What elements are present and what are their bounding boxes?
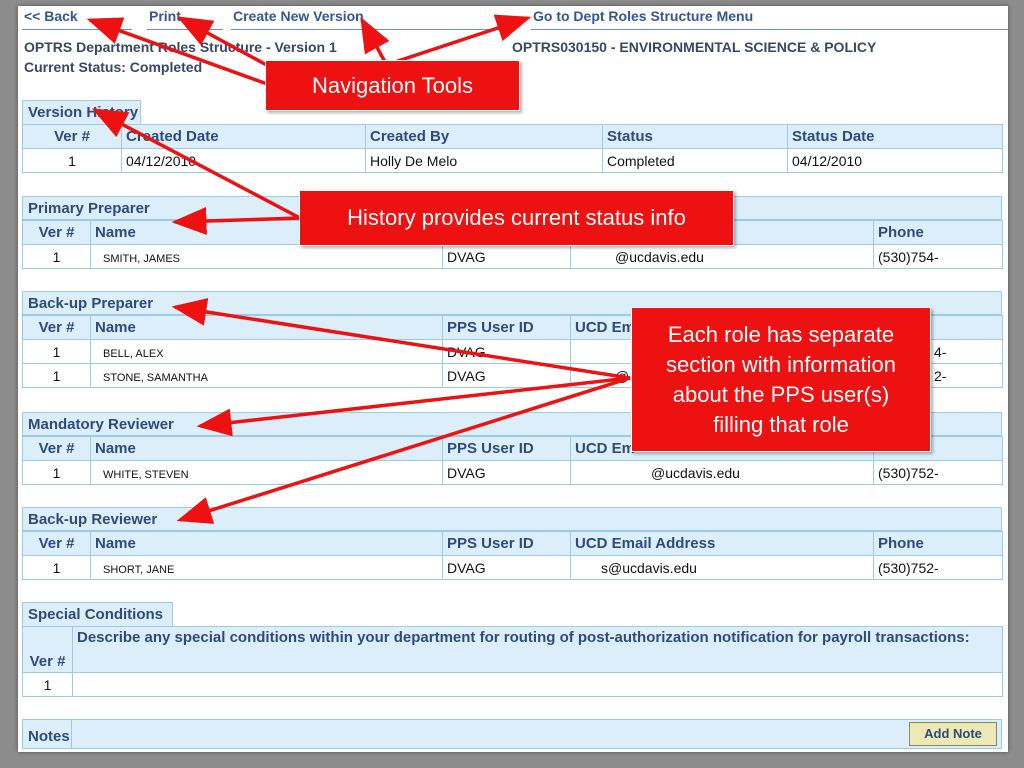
table-row: 1 SHORT, JANE DVAG s@ucdavis.edu (530)75… [22,555,1003,580]
table-cell: Completed [602,148,788,173]
notes-label: Notes [28,728,70,745]
table-cell: 04/12/2010 [121,148,366,173]
back-link[interactable]: << Back [24,8,78,24]
column-header: Status [602,124,788,149]
column-header: UCD Email Address [570,531,874,556]
person-name: SHORT, JANE [95,563,175,576]
table-cell [72,672,1003,697]
column-header: PPS User ID [442,531,571,556]
add-note-button[interactable]: Add Note [909,722,997,746]
table-cell: STONE, SAMANTHA [90,363,443,388]
table-header-row: Ver # Created Date Created By Status Sta… [22,124,1003,149]
table-cell: DVAG [442,555,571,580]
navigation-bar: << Back Print Create New Version Go to D… [18,6,1008,32]
create-new-version-link[interactable]: Create New Version [233,8,364,24]
table-cell: (530)752- [873,555,1003,580]
table-cell: Holly De Melo [365,148,603,173]
nav-underline [231,29,501,30]
callout-role-sections: Each role has separate section with info… [631,307,931,452]
special-conditions-description: Describe any special conditions within y… [72,626,1003,673]
column-header: Phone [873,531,1003,556]
column-header: PPS User ID [442,315,571,340]
column-header: Phone [873,220,1003,245]
table-header-row: Ver # Describe any special conditions wi… [22,626,1003,673]
table-cell: 1 [22,363,91,388]
column-header: Ver # [22,626,73,673]
nav-underline [147,29,223,30]
column-header: Ver # [22,531,91,556]
table-header-row: Ver # Name PPS User ID UCD Email Address… [22,531,1003,556]
table-cell: s@ucdavis.edu [570,555,874,580]
table-cell: @ucdavis.edu [570,244,874,269]
table-cell: (530)754- [873,244,1003,269]
column-header: Name [90,315,443,340]
nav-underline [22,29,132,30]
column-header: Ver # [22,436,91,461]
table-row: 1 [22,672,1003,697]
column-header: Ver # [22,220,91,245]
column-header: Status Date [787,124,1003,149]
column-header: PPS User ID [442,436,571,461]
table-row: 1 04/12/2010 Holly De Melo Completed 04/… [22,148,1003,173]
column-header: Ver # [22,124,122,149]
current-status: Current Status: Completed [24,59,203,75]
nav-underline [531,29,1008,30]
go-to-dept-roles-menu-link[interactable]: Go to Dept Roles Structure Menu [533,8,753,24]
version-history-table: Ver # Created Date Created By Status Sta… [22,124,1003,173]
special-conditions-title: Special Conditions [22,602,173,626]
table-cell: DVAG [442,339,571,364]
table-cell: BELL, ALEX [90,339,443,364]
person-name: BELL, ALEX [95,347,164,360]
callout-history-status: History provides current status info [299,190,734,246]
column-header: Created By [365,124,603,149]
notes-divider [71,720,72,748]
table-cell: SMITH, JAMES [90,244,443,269]
print-link[interactable]: Print [149,8,181,24]
notes-bar: Notes Add Note [22,719,1002,749]
column-header: Name [90,436,443,461]
backup-reviewer-title: Back-up Reviewer [22,507,1002,531]
department-code: OPTRS030150 - ENVIRONMENTAL SCIENCE & PO… [512,39,877,55]
person-name: SMITH, JAMES [95,252,181,265]
table-row: 1 SMITH, JAMES DVAG @ucdavis.edu (530)75… [22,244,1003,269]
table-cell: WHITE, STEVEN [90,460,443,485]
version-history-title: Version History [22,100,141,124]
column-header: Ver # [22,315,91,340]
table-cell: SHORT, JANE [90,555,443,580]
table-row: 1 WHITE, STEVEN DVAG @ucdavis.edu (530)7… [22,460,1003,485]
table-cell: @ucdavis.edu [570,460,874,485]
table-cell: (530)752- [873,460,1003,485]
backup-reviewer-table: Ver # Name PPS User ID UCD Email Address… [22,531,1003,580]
table-cell: 1 [22,672,73,697]
table-cell: DVAG [442,363,571,388]
page-title: OPTRS Department Roles Structure - Versi… [24,39,337,55]
column-header: Created Date [121,124,366,149]
person-name: STONE, SAMANTHA [95,371,208,384]
person-name: WHITE, STEVEN [95,468,189,481]
table-cell: DVAG [442,244,571,269]
table-cell: 1 [22,148,122,173]
table-cell: 1 [22,555,91,580]
special-conditions-table: Ver # Describe any special conditions wi… [22,626,1003,697]
table-cell: DVAG [442,460,571,485]
table-cell: 1 [22,244,91,269]
callout-navigation-tools: Navigation Tools [265,60,520,111]
column-header: Name [90,531,443,556]
table-cell: 1 [22,460,91,485]
table-cell: 1 [22,339,91,364]
table-cell: 04/12/2010 [787,148,1003,173]
